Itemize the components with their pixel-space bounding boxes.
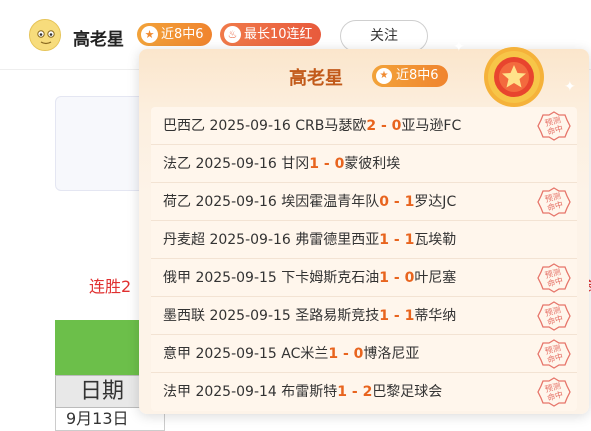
match-score: 0 - 1: [379, 194, 415, 210]
match-away-team: 蒙彼利埃: [344, 156, 401, 172]
star-icon: ★: [376, 68, 392, 84]
match-score: 1 - 1: [379, 232, 415, 248]
avatar[interactable]: [29, 19, 61, 51]
username[interactable]: 高老星: [73, 25, 124, 50]
match-away-team: 博洛尼亚: [363, 346, 420, 362]
match-score: 1 - 1: [379, 308, 415, 324]
match-info: 意甲 2025-09-15 AC米兰: [163, 346, 329, 362]
match-away-team: 亚马逊FC: [401, 118, 462, 134]
match-score: 1 - 0: [328, 346, 364, 362]
match-info: 巴西乙 2025-09-16 CRB马瑟欧: [163, 118, 367, 134]
prediction-hit-stamp-icon: 预测命中: [537, 339, 571, 369]
streak-badge: ★ 近8中6: [137, 23, 212, 46]
sparkle-icon: ✦: [564, 79, 576, 95]
match-row[interactable]: 丹麦超 2025-09-16 弗雷德里西亚1 - 1瓦埃勒: [151, 221, 577, 259]
sparkle-icon: ✦: [453, 39, 465, 55]
prediction-hit-stamp-icon: 预测命中: [537, 187, 571, 217]
match-info: 荷乙 2025-09-16 埃因霍温青年队: [163, 194, 380, 210]
popup-streak-badge: ★ 近8中6: [372, 65, 448, 87]
match-row[interactable]: 法乙 2025-09-16 甘冈1 - 0蒙彼利埃: [151, 145, 577, 183]
star-icon: ★: [141, 26, 158, 43]
match-score: 2 - 0: [366, 118, 402, 134]
popup-streak-label: 近8中6: [396, 68, 439, 83]
match-info: 法乙 2025-09-16 甘冈: [163, 156, 310, 172]
match-away-team: 罗达JC: [414, 194, 457, 210]
match-info: 俄甲 2025-09-15 下卡姆斯克石油: [163, 270, 380, 286]
best-streak-label: 最长10连红: [244, 27, 313, 42]
match-info: 丹麦超 2025-09-16 弗雷德里西亚: [163, 232, 380, 248]
popup-title: 高老星: [289, 68, 343, 89]
match-score: 1 - 0: [379, 270, 415, 286]
match-row[interactable]: 墨西联 2025-09-15 圣路易斯竞技1 - 1蒂华纳 预测 命中: [151, 297, 577, 335]
match-away-team: 叶尼塞: [414, 270, 457, 286]
match-list: 巴西乙 2025-09-16 CRB马瑟欧2 - 0亚马逊FC 预测 命中 法乙 20…: [151, 107, 577, 411]
medal-icon: [484, 47, 544, 107]
best-streak-badge: ♨ 最长10连红: [220, 23, 321, 46]
win-streak-text: 连胜2: [89, 277, 132, 296]
prediction-hit-stamp-icon: 预测命中: [537, 111, 571, 141]
match-info: 墨西联 2025-09-15 圣路易斯竞技: [163, 308, 380, 324]
streak-badge-label: 近8中6: [161, 27, 204, 42]
match-away-team: 蒂华纳: [414, 308, 457, 324]
prediction-hit-stamp-icon: 预测命中: [537, 377, 571, 407]
match-row[interactable]: 荷乙 2025-09-16 埃因霍温青年队0 - 1罗达JC 预测 命中: [151, 183, 577, 221]
flame-icon: ♨: [224, 26, 241, 43]
match-row[interactable]: 法甲 2025-09-14 布雷斯特1 - 2巴黎足球会 预测 命中: [151, 373, 577, 411]
match-away-team: 巴黎足球会: [372, 384, 443, 400]
prediction-hit-stamp-icon: 预测命中: [537, 263, 571, 293]
match-row[interactable]: 巴西乙 2025-09-16 CRB马瑟欧2 - 0亚马逊FC 预测 命中: [151, 107, 577, 145]
match-score: 1 - 2: [337, 384, 373, 400]
match-row[interactable]: 俄甲 2025-09-15 下卡姆斯克石油1 - 0叶尼塞 预测 命中: [151, 259, 577, 297]
match-score: 1 - 0: [309, 156, 345, 172]
prediction-hit-stamp-icon: 预测命中: [537, 301, 571, 331]
match-info: 法甲 2025-09-14 布雷斯特: [163, 384, 338, 400]
match-row[interactable]: 意甲 2025-09-15 AC米兰1 - 0博洛尼亚 预测 命中: [151, 335, 577, 373]
prediction-record-popup: 高老星 ★ 近8中6 ✦ ✦ 巴西乙 2025-09-16 CRB马瑟欧2 - …: [139, 39, 589, 414]
avatar-face-icon: [30, 20, 60, 50]
match-away-team: 瓦埃勒: [414, 232, 457, 248]
follow-button[interactable]: 关注: [340, 20, 428, 52]
